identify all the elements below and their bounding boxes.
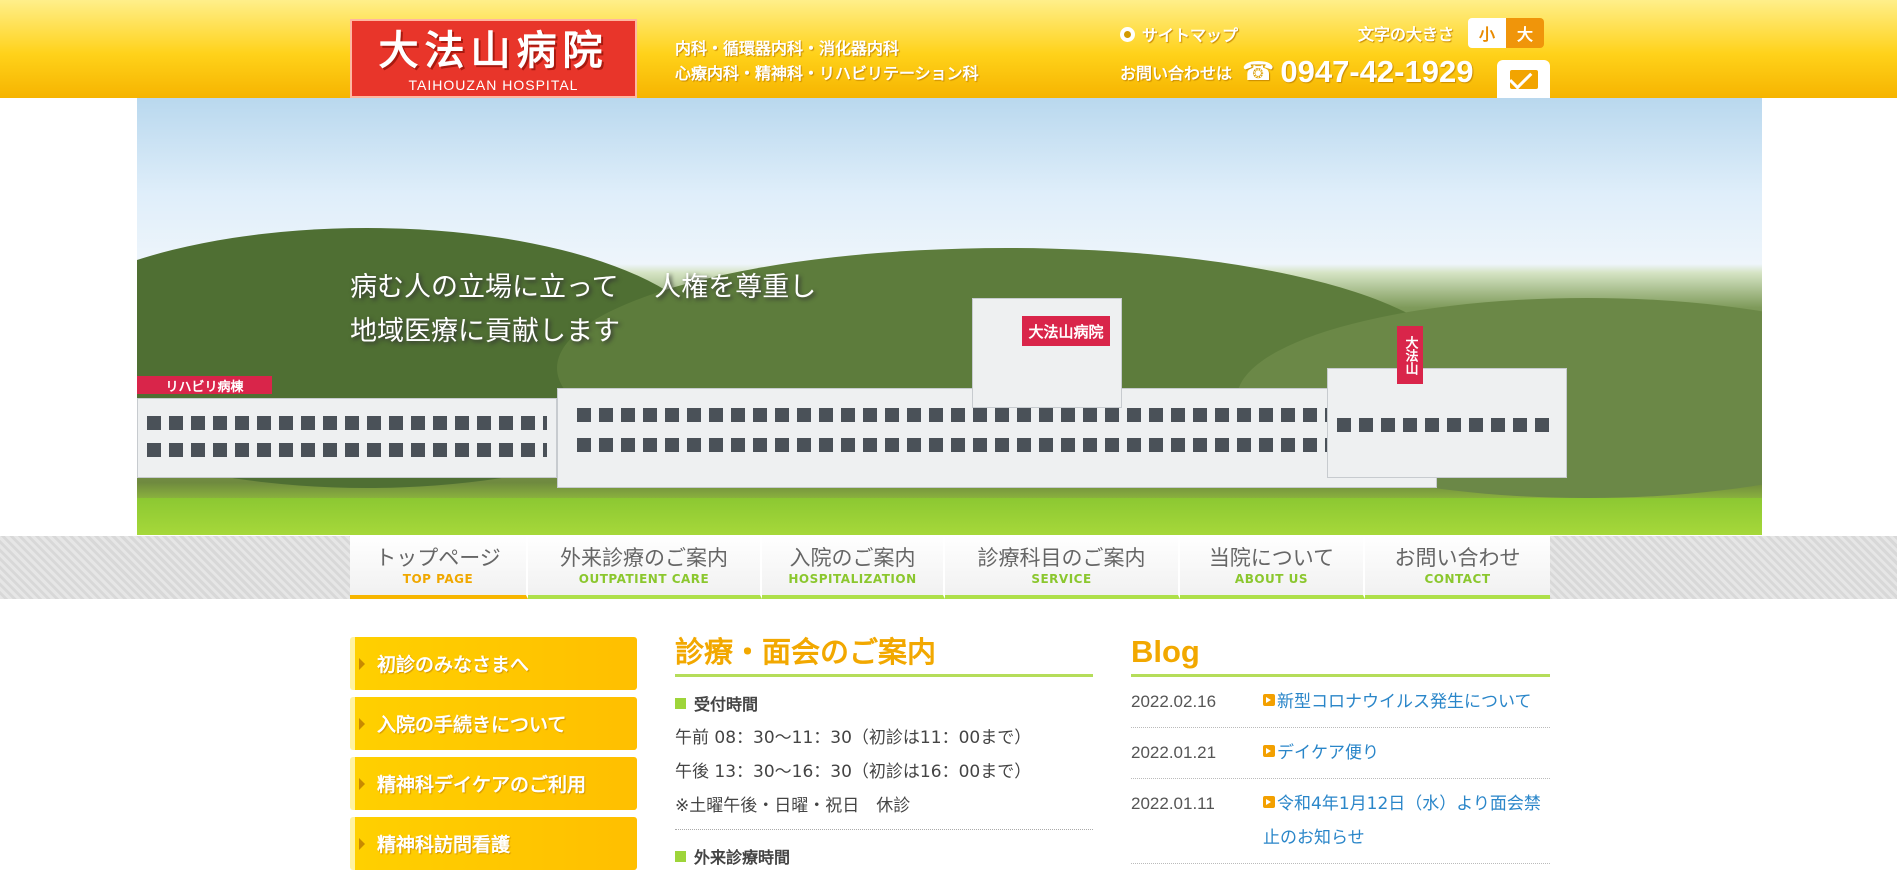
nav-label-jp: 入院のご案内: [789, 545, 916, 570]
blog-post-date: 2022.02.16: [1131, 692, 1217, 711]
arrow-bullet-icon: [1263, 694, 1275, 706]
sidebar-item-first-visit[interactable]: 初診のみなさまへ: [350, 637, 637, 690]
nav-label-en: ABOUT US: [1234, 571, 1309, 586]
nav-label-jp: 診療科目のご案内: [977, 545, 1146, 570]
blog-post-date: 2022.01.11: [1131, 794, 1215, 813]
nav-item-service[interactable]: 診療科目のご案内 SERVICE: [945, 536, 1180, 599]
phone-icon: ☎: [1242, 57, 1275, 87]
sidebar-item-label: 精神科デイケアのご利用: [377, 774, 587, 796]
departments-line1: 内科・循環器内科・消化器内科: [675, 39, 900, 58]
blog-post-title: 新型コロナウイルス発生について: [1277, 692, 1532, 712]
hero-tower: [972, 298, 1122, 408]
nav-label-jp: 外来診療のご案内: [560, 545, 728, 570]
hero-caption-line2: 地域医療に貢献します: [350, 316, 620, 347]
sidebar-item-admission[interactable]: 入院の手続きについて: [350, 697, 637, 750]
arrow-right-icon: [359, 658, 365, 670]
hospital-logo[interactable]: 大法山病院 TAIHOUZAN HOSPITAL: [350, 19, 637, 98]
sidebar-item-label: 初診のみなさまへ: [377, 654, 530, 676]
hero-caption: 病む人の立場に立って 人権を尊重し 地域医療に貢献します: [350, 266, 816, 354]
nav-item-about[interactable]: 当院について ABOUT US: [1180, 536, 1365, 599]
consultation-info: 診療・面会のご案内 受付時間 午前 08：30～11：30（初診は11：00まで…: [675, 632, 1093, 868]
blog-post-title: 令和4年1月12日（水）より面会禁止のお知らせ: [1263, 794, 1541, 848]
arrow-bullet-icon: [1263, 745, 1275, 757]
logo-main-text: 大法山病院: [378, 27, 609, 74]
blog-title: Blog: [1131, 632, 1550, 677]
arrow-right-icon: [359, 778, 365, 790]
closed-days: ※土曜午後・日曜・祝日 休診: [675, 796, 911, 816]
blog-post-link[interactable]: 令和4年1月12日（水）より面会禁止のお知らせ: [1263, 787, 1550, 855]
reception-heading-text: 受付時間: [694, 695, 759, 714]
blog-post-link[interactable]: 新型コロナウイルス発生について: [1263, 685, 1550, 719]
font-large-button[interactable]: 大: [1506, 18, 1545, 48]
outpatient-heading: 外来診療時間: [675, 844, 1093, 868]
hero-windows: [147, 416, 547, 430]
sidebar: 初診のみなさまへ 入院の手続きについて 精神科デイケアのご利用 精神科訪問看護: [350, 637, 637, 877]
mail-icon: [1509, 69, 1538, 89]
sitemap-label: サイトマップ: [1142, 26, 1239, 45]
hours-pm: 午後 13：30～16：30（初診は16：00まで）: [675, 762, 1032, 782]
nav-label-en: SERVICE: [1031, 571, 1092, 586]
blog-post: 2022.01.21 デイケア便り: [1131, 728, 1550, 779]
circle-bullet-icon: [1120, 26, 1135, 42]
hero-caption-line1: 病む人の立場に立って 人権を尊重し: [350, 272, 817, 303]
sidebar-item-daycare[interactable]: 精神科デイケアのご利用: [350, 757, 637, 810]
nav-label-en: TOP PAGE: [402, 571, 474, 586]
blog-post: 2022.02.16 新型コロナウイルス発生について: [1131, 677, 1550, 728]
font-size-switcher: 文字の大きさ 小 大: [1358, 18, 1545, 48]
global-nav: トップページ TOP PAGE 外来診療のご案内 OUTPATIENT CARE…: [350, 536, 1550, 599]
reception-heading: 受付時間: [675, 691, 1093, 715]
nav-label-jp: 当院について: [1208, 545, 1335, 570]
departments-line2: 心療内科・精神科・リハビリテーション科: [675, 64, 979, 83]
mail-button[interactable]: [1497, 60, 1550, 98]
hero-windows: [1337, 418, 1557, 432]
nav-item-hospitalization[interactable]: 入院のご案内 HOSPITALIZATION: [762, 536, 945, 599]
nav-item-top[interactable]: トップページ TOP PAGE: [350, 536, 528, 599]
blog-post-link[interactable]: デイケア便り: [1263, 736, 1550, 770]
logo-sub-text: TAIHOUZAN HOSPITAL: [408, 77, 579, 93]
hero-sign-tower: 大法山: [1397, 326, 1423, 384]
hero-sign-left: リハビリ病棟: [137, 376, 272, 395]
departments: 内科・循環器内科・消化器内科 心療内科・精神科・リハビリテーション科: [675, 36, 979, 86]
hours-am: 午前 08：30～11：30（初診は11：00まで）: [675, 728, 1032, 748]
header-bar: 大法山病院 TAIHOUZAN HOSPITAL 内科・循環器内科・消化器内科 …: [0, 0, 1897, 98]
contact-label: お問い合わせは: [1120, 64, 1233, 83]
hero-windows: [147, 443, 547, 457]
phone-number[interactable]: 0947-42-1929: [1280, 54, 1473, 90]
arrow-right-icon: [359, 838, 365, 850]
divider: [675, 829, 1093, 830]
sidebar-item-home-nursing[interactable]: 精神科訪問看護: [350, 817, 637, 870]
hero-image: リハビリ病棟 大法山病院 大法山 病む人の立場に立って 人権を尊重し 地域医療に…: [137, 98, 1762, 535]
sidebar-item-label: 入院の手続きについて: [377, 714, 567, 736]
nav-label-jp: トップページ: [375, 545, 501, 570]
sitemap-link[interactable]: サイトマップ: [1120, 22, 1238, 46]
contact-phone: お問い合わせは ☎ 0947-42-1929: [1120, 54, 1473, 90]
hero-building: [137, 398, 557, 478]
square-bullet-icon: [675, 850, 686, 862]
outpatient-heading-text: 外来診療時間: [694, 848, 791, 867]
nav-label-en: OUTPATIENT CARE: [578, 571, 710, 586]
blog-post-title: デイケア便り: [1277, 743, 1379, 763]
font-small-button[interactable]: 小: [1468, 18, 1507, 48]
section-title: 診療・面会のご案内: [675, 632, 1093, 677]
nav-item-contact[interactable]: お問い合わせ CONTACT: [1365, 536, 1550, 599]
nav-label-jp: お問い合わせ: [1394, 545, 1521, 570]
nav-item-outpatient[interactable]: 外来診療のご案内 OUTPATIENT CARE: [528, 536, 762, 599]
arrow-bullet-icon: [1263, 796, 1275, 808]
nav-label-en: HOSPITALIZATION: [788, 571, 917, 586]
hero-windows: [577, 408, 1417, 422]
font-size-label: 文字の大きさ: [1358, 25, 1455, 44]
arrow-right-icon: [359, 718, 365, 730]
hero-sign-main: 大法山病院: [1022, 316, 1110, 346]
blog-section: Blog 2022.02.16 新型コロナウイルス発生について 2022.01.…: [1131, 632, 1550, 864]
square-bullet-icon: [675, 697, 686, 709]
hero-windows: [577, 438, 1417, 452]
nav-label-en: CONTACT: [1424, 571, 1491, 586]
blog-post-date: 2022.01.21: [1131, 743, 1217, 762]
sidebar-item-label: 精神科訪問看護: [377, 834, 511, 856]
hero-field: [137, 498, 1762, 535]
blog-post: 2022.01.11 令和4年1月12日（水）より面会禁止のお知らせ: [1131, 779, 1550, 864]
reception-hours: 午前 08：30～11：30（初診は11：00まで） 午後 13：30～16：3…: [675, 721, 1093, 823]
